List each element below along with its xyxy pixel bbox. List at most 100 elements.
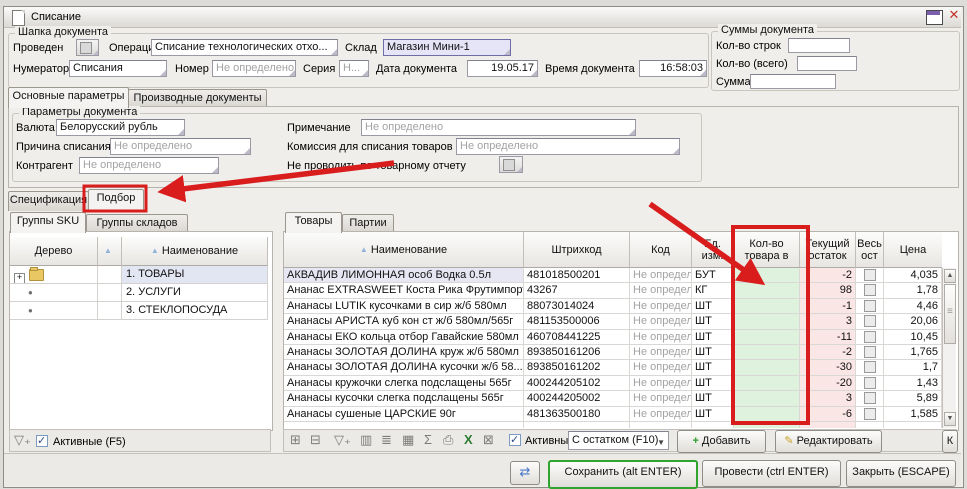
no-report-checkbox[interactable] <box>499 156 523 173</box>
stock-checkbox[interactable] <box>864 284 876 296</box>
tab-specification[interactable]: Спецификация <box>8 191 89 211</box>
sum-icon[interactable]: Σ <box>424 433 432 447</box>
title-bar[interactable] <box>4 7 961 28</box>
close-icon[interactable]: ✕ <box>946 7 962 23</box>
col-price[interactable]: Цена <box>884 232 942 268</box>
doc-date-field[interactable]: 19.05.17 <box>467 60 538 77</box>
contractor-field[interactable]: Не определено <box>79 157 219 174</box>
numbered-list-icon[interactable]: ≣ <box>381 433 392 447</box>
filter-add-icon[interactable]: ▽₊ <box>14 433 31 447</box>
table-row[interactable]: Ананасы кусочки слегка подслащены 565г 4… <box>284 391 942 406</box>
col-tree[interactable]: Дерево <box>10 237 98 266</box>
cell-qty[interactable] <box>734 376 800 390</box>
table-row[interactable]: Ананасы сушеные ЦАРСКИЕ 90г 481363500180… <box>284 407 942 422</box>
nomer-field[interactable]: Не определено <box>212 60 296 77</box>
stock-filter-dropdown[interactable]: С остатком (F10)▼ <box>568 431 669 450</box>
tree-cell[interactable]: + <box>10 266 98 283</box>
table-row[interactable]: Ананасы АРИСТА куб кон ст ж/б 580мл/565г… <box>284 314 942 329</box>
col-all-stock[interactable]: Весь ост <box>856 232 884 268</box>
numerator-field[interactable]: Списания <box>69 60 167 77</box>
stock-checkbox[interactable] <box>864 300 876 312</box>
cell-qty[interactable] <box>734 330 800 344</box>
col-barcode[interactable]: Штрихкод <box>524 232 630 268</box>
columns-icon[interactable]: ▥ <box>360 433 372 447</box>
restore-icon[interactable] <box>926 10 943 25</box>
total-count-field[interactable] <box>797 56 857 71</box>
grid-close-icon[interactable]: ⊠ <box>483 433 494 447</box>
cell-all-stock-checkbox[interactable] <box>856 268 884 282</box>
add-button[interactable]: + Добавить <box>677 430 766 453</box>
edit-button[interactable]: ✎ Редактировать <box>775 430 882 453</box>
scroll-up-icon[interactable]: ▲ <box>944 269 956 283</box>
tab-main-params[interactable]: Основные параметры <box>8 87 129 108</box>
cell-qty[interactable] <box>734 391 800 405</box>
col-code[interactable]: Код <box>630 232 692 268</box>
note-field[interactable]: Не определено <box>361 119 636 136</box>
currency-field[interactable]: Белорусский рубль <box>56 119 185 136</box>
tab-sku-groups[interactable]: Группы SKU <box>10 212 86 233</box>
tree-row[interactable]: ● 3. СТЕКЛОПОСУДА <box>10 302 268 320</box>
col-unit[interactable]: Ед. изм. <box>692 232 734 268</box>
stock-checkbox[interactable] <box>864 346 876 358</box>
table-row[interactable]: Ананасы ЕКО кольца отбор Гавайские 580мл… <box>284 330 942 345</box>
cell-qty[interactable] <box>734 268 800 282</box>
sum-field[interactable] <box>750 74 836 89</box>
col-name[interactable]: ▲Наименование <box>122 237 268 266</box>
scroll-down-icon[interactable]: ▼ <box>944 412 956 426</box>
cell-all-stock-checkbox[interactable] <box>856 283 884 297</box>
table-row[interactable]: Ананасы LUTIK кусочками в сир ж/б 580мл … <box>284 299 942 314</box>
cell-qty[interactable] <box>734 299 800 313</box>
products-scrollbar[interactable]: ▲ ▼ <box>942 268 956 428</box>
tree-row[interactable]: ● 2. УСЛУГИ <box>10 284 268 302</box>
cell-all-stock-checkbox[interactable] <box>856 314 884 328</box>
cell-qty[interactable] <box>734 407 800 421</box>
sku-active-checkbox[interactable] <box>36 435 48 447</box>
tab-podbor[interactable]: Подбор <box>88 189 144 211</box>
cell-all-stock-checkbox[interactable] <box>856 360 884 374</box>
tab-products[interactable]: Товары <box>285 212 342 233</box>
tree-name[interactable]: 1. ТОВАРЫ <box>122 266 268 283</box>
stock-checkbox[interactable] <box>864 331 876 343</box>
close-button[interactable]: Закрыть (ESCAPE) <box>846 460 956 487</box>
stock-checkbox[interactable] <box>864 361 876 373</box>
stock-checkbox[interactable] <box>864 269 876 281</box>
products-active-checkbox[interactable] <box>509 434 521 446</box>
col-tree-sort[interactable]: ▲ <box>98 237 122 266</box>
col-current-stock[interactable]: Текущий остаток <box>800 232 856 268</box>
table-add-icon[interactable]: ▦ <box>402 433 414 447</box>
seria-field[interactable]: Н... <box>339 60 369 77</box>
col-product-name[interactable]: ▲Наименование <box>284 232 524 268</box>
cell-qty[interactable] <box>734 360 800 374</box>
sklad-field[interactable]: Магазин Мини-1 <box>383 39 511 56</box>
cell-all-stock-checkbox[interactable] <box>856 407 884 421</box>
stock-checkbox[interactable] <box>864 377 876 389</box>
clipped-button[interactable]: К <box>942 430 958 453</box>
scrollbar-thumb[interactable] <box>944 284 956 344</box>
cell-all-stock-checkbox[interactable] <box>856 345 884 359</box>
tree-name[interactable]: 2. УСЛУГИ <box>122 284 268 301</box>
doc-time-field[interactable]: 16:58:03 <box>639 60 707 77</box>
cell-qty[interactable] <box>734 345 800 359</box>
commission-field[interactable]: Не определено <box>456 138 680 155</box>
expand-tree-icon[interactable]: ⊞ <box>290 433 301 447</box>
col-qty[interactable]: Кол-во товара в <box>734 232 800 268</box>
table-row[interactable]: АКВАДИВ ЛИМОННАЯ особ Водка 0.5л 4810185… <box>284 268 942 283</box>
cell-all-stock-checkbox[interactable] <box>856 299 884 313</box>
rows-count-field[interactable] <box>788 38 850 53</box>
tree-row[interactable]: + 1. ТОВАРЫ <box>10 266 268 284</box>
cell-all-stock-checkbox[interactable] <box>856 330 884 344</box>
sync-icon[interactable]: ⇄ <box>510 461 540 485</box>
save-button[interactable]: Сохранить (alt ENTER) <box>548 460 698 489</box>
reason-field[interactable]: Не определено <box>110 138 251 155</box>
cell-qty[interactable] <box>734 283 800 297</box>
stock-checkbox[interactable] <box>864 392 876 404</box>
post-button[interactable]: Провести (ctrl ENTER) <box>702 460 841 487</box>
stock-checkbox[interactable] <box>864 408 876 420</box>
table-row[interactable]: Ананасы кружочки слегка подслащены 565г … <box>284 376 942 391</box>
table-row[interactable]: Ананасы ЗОЛОТАЯ ДОЛИНА кусочки ж/б 58...… <box>284 360 942 375</box>
collapse-tree-icon[interactable]: ⊟ <box>310 433 321 447</box>
expand-plus-icon[interactable]: + <box>14 273 25 283</box>
cell-all-stock-checkbox[interactable] <box>856 376 884 390</box>
excel-export-icon[interactable]: X <box>464 433 473 447</box>
print-icon[interactable]: ⎙ <box>443 433 453 447</box>
